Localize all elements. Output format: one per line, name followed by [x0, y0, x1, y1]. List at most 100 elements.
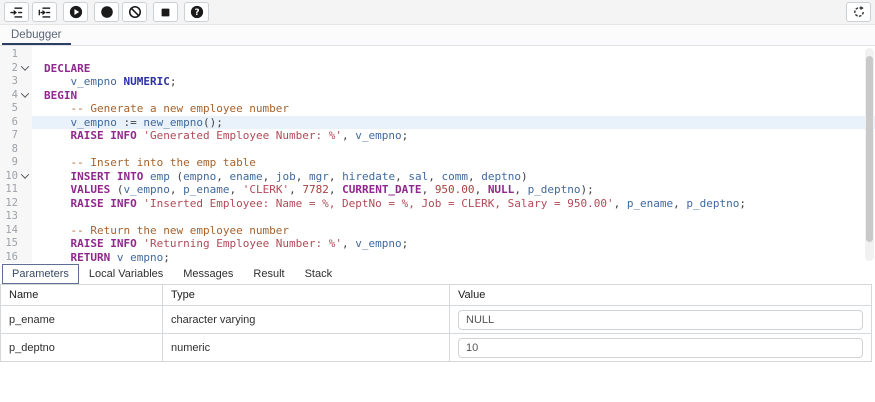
panel-tabs: ParametersLocal VariablesMessagesResultS…: [0, 263, 875, 284]
gutter-line[interactable]: 8: [0, 143, 32, 157]
editor-scrollbar-thumb[interactable]: [866, 56, 873, 242]
panel-tab-messages[interactable]: Messages: [173, 264, 243, 284]
breakpoint-button-group: [94, 2, 147, 22]
panel-tab-stack[interactable]: Stack: [295, 264, 343, 284]
fold-chevron-icon[interactable]: [21, 90, 29, 98]
panel-tab-result[interactable]: Result: [243, 264, 294, 284]
line-number[interactable]: 8: [0, 143, 18, 157]
code-line[interactable]: [44, 143, 875, 157]
line-number[interactable]: 7: [0, 129, 18, 143]
line-number[interactable]: 1: [0, 48, 18, 62]
gutter-line[interactable]: 13: [0, 210, 32, 224]
panel-tab-parameters[interactable]: Parameters: [2, 264, 79, 284]
footer-empty-area: [0, 362, 875, 402]
fold-column: [18, 92, 32, 98]
stop-button[interactable]: [153, 2, 178, 22]
param-name-cell: p_deptno: [1, 334, 163, 362]
help-button[interactable]: ?: [184, 2, 209, 22]
parameters-grid-wrap: NameTypeValue p_enamecharacter varyingp_…: [0, 284, 875, 362]
svg-text:?: ?: [194, 8, 199, 18]
stop-button-group: [153, 2, 178, 22]
gutter-line[interactable]: 14: [0, 224, 32, 238]
line-number[interactable]: 10: [0, 170, 18, 184]
gutter-line[interactable]: 7: [0, 129, 32, 143]
debug-toolbar: ?: [0, 0, 875, 25]
grid-row: p_deptnonumeric: [1, 334, 872, 362]
code-line[interactable]: RETURN v_empno;: [44, 251, 875, 264]
step-over-icon: [38, 6, 51, 19]
gutter-line[interactable]: 12: [0, 197, 32, 211]
continue-button[interactable]: [63, 2, 88, 22]
grid-header-name: Name: [1, 285, 163, 306]
parameters-grid: NameTypeValue p_enamecharacter varyingp_…: [0, 284, 872, 362]
panel-tab-local-variables[interactable]: Local Variables: [79, 264, 173, 284]
tab-debugger[interactable]: Debugger: [2, 25, 71, 45]
code-line[interactable]: -- Generate a new employee number: [44, 102, 875, 116]
line-number[interactable]: 6: [0, 116, 18, 130]
fold-chevron-icon[interactable]: [21, 63, 29, 71]
step-into-icon: [10, 6, 23, 19]
continue-button-group: [63, 2, 88, 22]
grid-header-row: NameTypeValue: [1, 285, 872, 306]
stop-square-icon: [159, 6, 172, 19]
param-name-cell: p_ename: [1, 306, 163, 334]
fold-chevron-icon[interactable]: [21, 171, 29, 179]
step-over-button[interactable]: [32, 2, 57, 22]
code-line[interactable]: BEGIN: [44, 89, 875, 103]
line-number[interactable]: 9: [0, 156, 18, 170]
line-number[interactable]: 5: [0, 102, 18, 116]
code-line[interactable]: v_empno := new_empno();: [32, 116, 875, 130]
line-number[interactable]: 12: [0, 197, 18, 211]
line-number[interactable]: 2: [0, 62, 18, 76]
toggle-breakpoint-button[interactable]: [94, 2, 119, 22]
code-line[interactable]: RAISE INFO 'Returning Employee Number: %…: [44, 237, 875, 251]
gutter-line[interactable]: 11: [0, 183, 32, 197]
code-line[interactable]: DECLARE: [44, 62, 875, 76]
refresh-icon: [852, 5, 866, 19]
step-into-button[interactable]: [4, 2, 29, 22]
code-line[interactable]: -- Return the new employee number: [44, 224, 875, 238]
gutter-line[interactable]: 2: [0, 62, 32, 76]
code-line[interactable]: -- Insert into the emp table: [44, 156, 875, 170]
gutter-line[interactable]: 6: [0, 116, 32, 130]
gutter-line[interactable]: 10: [0, 170, 32, 184]
editor-code[interactable]: DECLARE v_empno NUMERIC;BEGIN -- Generat…: [32, 46, 875, 263]
step-button-group: [4, 2, 57, 22]
gutter-line[interactable]: 16: [0, 251, 32, 264]
line-number[interactable]: 13: [0, 210, 18, 224]
code-line[interactable]: v_empno NUMERIC;: [44, 75, 875, 89]
line-number[interactable]: 4: [0, 89, 18, 103]
editor-gutter: 12345678910111213141516: [0, 46, 32, 263]
editor-scrollbar-track[interactable]: [865, 48, 874, 261]
clear-all-breakpoints-button[interactable]: [122, 2, 147, 22]
help-circle-icon: ?: [190, 5, 204, 19]
help-button-group: ?: [184, 2, 209, 22]
gutter-line[interactable]: 4: [0, 89, 32, 103]
code-line[interactable]: RAISE INFO 'Generated Employee Number: %…: [44, 129, 875, 143]
line-number[interactable]: 14: [0, 224, 18, 238]
line-number[interactable]: 3: [0, 75, 18, 89]
grid-header-value: Value: [450, 285, 872, 306]
code-line[interactable]: INSERT INTO emp (empno, ename, job, mgr,…: [44, 170, 875, 184]
code-line[interactable]: [44, 210, 875, 224]
code-editor[interactable]: 12345678910111213141516 DECLARE v_empno …: [0, 46, 875, 263]
debugger-tabstrip: Debugger: [0, 25, 875, 46]
code-line[interactable]: RAISE INFO 'Inserted Employee: Name = %,…: [44, 197, 875, 211]
line-number[interactable]: 11: [0, 183, 18, 197]
fold-column: [18, 65, 32, 71]
param-value-input[interactable]: [458, 310, 863, 330]
line-number[interactable]: 15: [0, 237, 18, 251]
code-line[interactable]: [44, 48, 875, 62]
code-line[interactable]: VALUES (v_empno, p_ename, 'CLERK', 7782,…: [44, 183, 875, 197]
no-entry-icon: [128, 5, 142, 19]
breakpoint-circle-icon: [100, 5, 114, 19]
gutter-line[interactable]: 1: [0, 48, 32, 62]
gutter-line[interactable]: 9: [0, 156, 32, 170]
gutter-line[interactable]: 3: [0, 75, 32, 89]
line-number[interactable]: 16: [0, 251, 18, 264]
refresh-button[interactable]: [846, 2, 871, 22]
gutter-line[interactable]: 5: [0, 102, 32, 116]
gutter-line[interactable]: 15: [0, 237, 32, 251]
param-value-input[interactable]: [458, 338, 863, 358]
grid-header-type: Type: [163, 285, 450, 306]
